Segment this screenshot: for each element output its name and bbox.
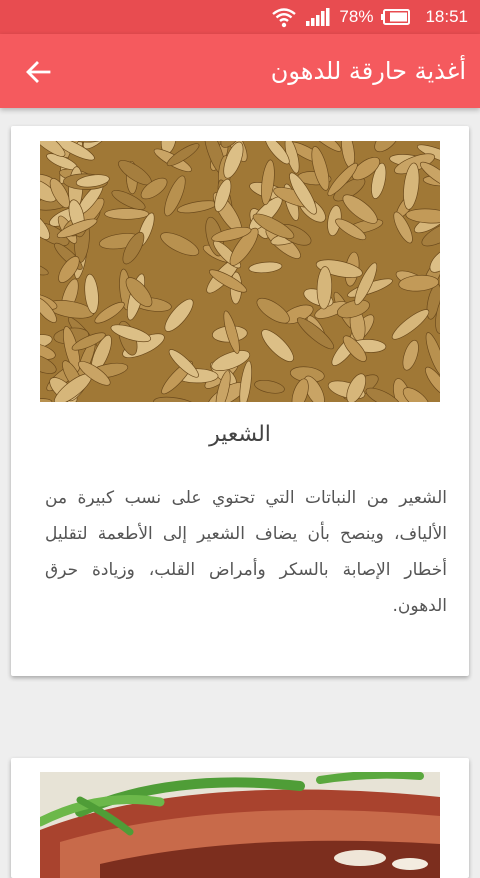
app-bar: أغذية حارقة للدهون [0,34,480,108]
clock: 18:51 [425,7,468,26]
battery-percent: 78% [339,7,374,26]
food-card[interactable] [11,758,469,878]
barley-image [40,141,440,402]
battery-icon [381,9,411,25]
food-card[interactable]: الشعير الشعير من النباتات التي تحتوي على… [11,126,469,676]
arrow-back-icon[interactable] [22,56,54,88]
signal-icon [305,7,331,27]
status-bar: 78% 18:51 [0,0,480,34]
card-description: الشعير من النباتات التي تحتوي على نسب كب… [45,488,447,616]
page-title: أغذية حارقة للدهون [270,57,466,85]
wifi-icon [271,6,297,28]
food-image [40,772,440,878]
card-title: الشعير [209,422,271,447]
